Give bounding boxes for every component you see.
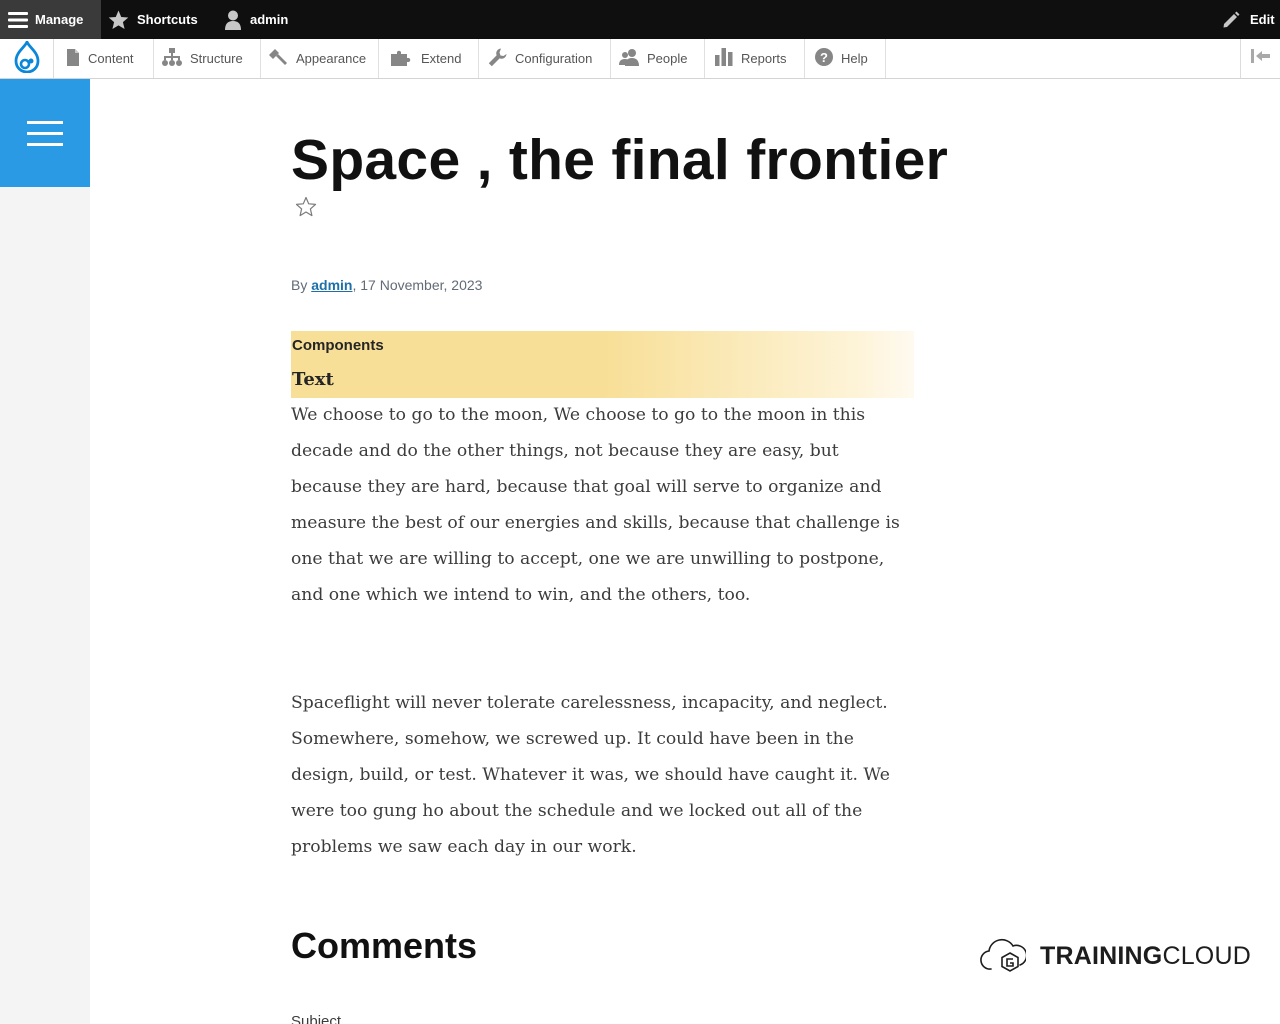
tray-item-help[interactable]: ? Help <box>805 39 886 78</box>
admin-toolbar: Manage Shortcuts admin Edit <box>0 0 1280 39</box>
byline: By admin, 17 November, 2023 <box>291 277 482 293</box>
sitemap-icon <box>162 48 182 69</box>
brand-bold: TRAINING <box>1040 942 1163 970</box>
pencil-icon <box>1222 11 1240 29</box>
tray-label-structure: Structure <box>190 51 243 66</box>
tray-label-people: People <box>647 51 688 66</box>
components-label: Components <box>292 337 384 354</box>
tray-item-structure[interactable]: Structure <box>154 39 261 78</box>
author-link[interactable]: admin <box>311 277 352 293</box>
left-sidebar <box>0 79 90 1024</box>
collapse-tray-button[interactable] <box>1240 39 1280 78</box>
subject-label: Subject <box>291 1013 342 1024</box>
comments-heading: Comments <box>291 925 478 966</box>
manage-label: Manage <box>35 12 84 27</box>
puzzle-icon <box>391 49 413 69</box>
manage-tab[interactable]: Manage <box>0 0 101 39</box>
user-tab[interactable]: admin <box>224 0 288 39</box>
page-title: Space , the final frontier <box>291 128 949 192</box>
cloud-logo-icon <box>980 935 1028 978</box>
svg-text:?: ? <box>820 50 828 65</box>
body-paragraph-1: We choose to go to the moon, We choose t… <box>291 405 900 605</box>
post-date: , 17 November, 2023 <box>352 277 483 293</box>
drupal-home-link[interactable] <box>0 38 54 78</box>
text-component-label: Text <box>292 369 334 390</box>
user-label: admin <box>250 12 289 27</box>
hamburger-icon <box>8 11 28 29</box>
wrench-icon <box>488 48 507 70</box>
user-icon <box>224 10 242 30</box>
brand-name: TRAININGCLOUD <box>1040 942 1251 971</box>
byline-prefix: By <box>291 277 312 293</box>
tray-label-help: Help <box>841 51 868 66</box>
bar-chart-icon <box>715 48 733 69</box>
admin-tray: Content Structure Appearance Extend Conf… <box>0 38 1280 79</box>
tray-item-reports[interactable]: Reports <box>705 39 805 78</box>
components-block: Components Text <box>291 331 914 398</box>
brand-light: CLOUD <box>1162 942 1251 970</box>
edit-label: Edit <box>1250 12 1275 27</box>
sidebar-menu-button[interactable] <box>0 79 90 187</box>
star-outline-icon[interactable] <box>295 196 317 222</box>
tray-label-extend: Extend <box>421 51 462 66</box>
tray-item-content[interactable]: Content <box>54 39 154 78</box>
star-icon <box>108 10 129 30</box>
main-content: Space , the final frontier By admin, 17 … <box>90 79 1280 1024</box>
document-icon <box>66 48 80 69</box>
shortcuts-tab[interactable]: Shortcuts <box>108 0 198 39</box>
drupal-drop-icon <box>14 38 40 76</box>
help-icon: ? <box>815 48 833 69</box>
tray-label-reports: Reports <box>741 51 787 66</box>
body-paragraph-2: Spaceflight will never tolerate careless… <box>291 693 890 857</box>
trainingcloud-logo: TRAININGCLOUD <box>980 935 1251 978</box>
tray-label-appearance: Appearance <box>296 51 367 66</box>
collapse-tray-icon <box>1250 49 1271 68</box>
people-icon <box>619 48 639 69</box>
tray-label-content: Content <box>88 51 134 66</box>
edit-tab[interactable]: Edit <box>1210 0 1280 39</box>
tray-item-extend[interactable]: Extend <box>385 39 479 78</box>
tray-label-configuration: Configuration <box>515 51 593 66</box>
paintbrush-icon <box>269 48 288 69</box>
tray-item-appearance[interactable]: Appearance <box>261 39 379 78</box>
tray-item-configuration[interactable]: Configuration <box>479 39 611 78</box>
shortcuts-label: Shortcuts <box>137 12 198 27</box>
tray-item-people[interactable]: People <box>611 39 705 78</box>
